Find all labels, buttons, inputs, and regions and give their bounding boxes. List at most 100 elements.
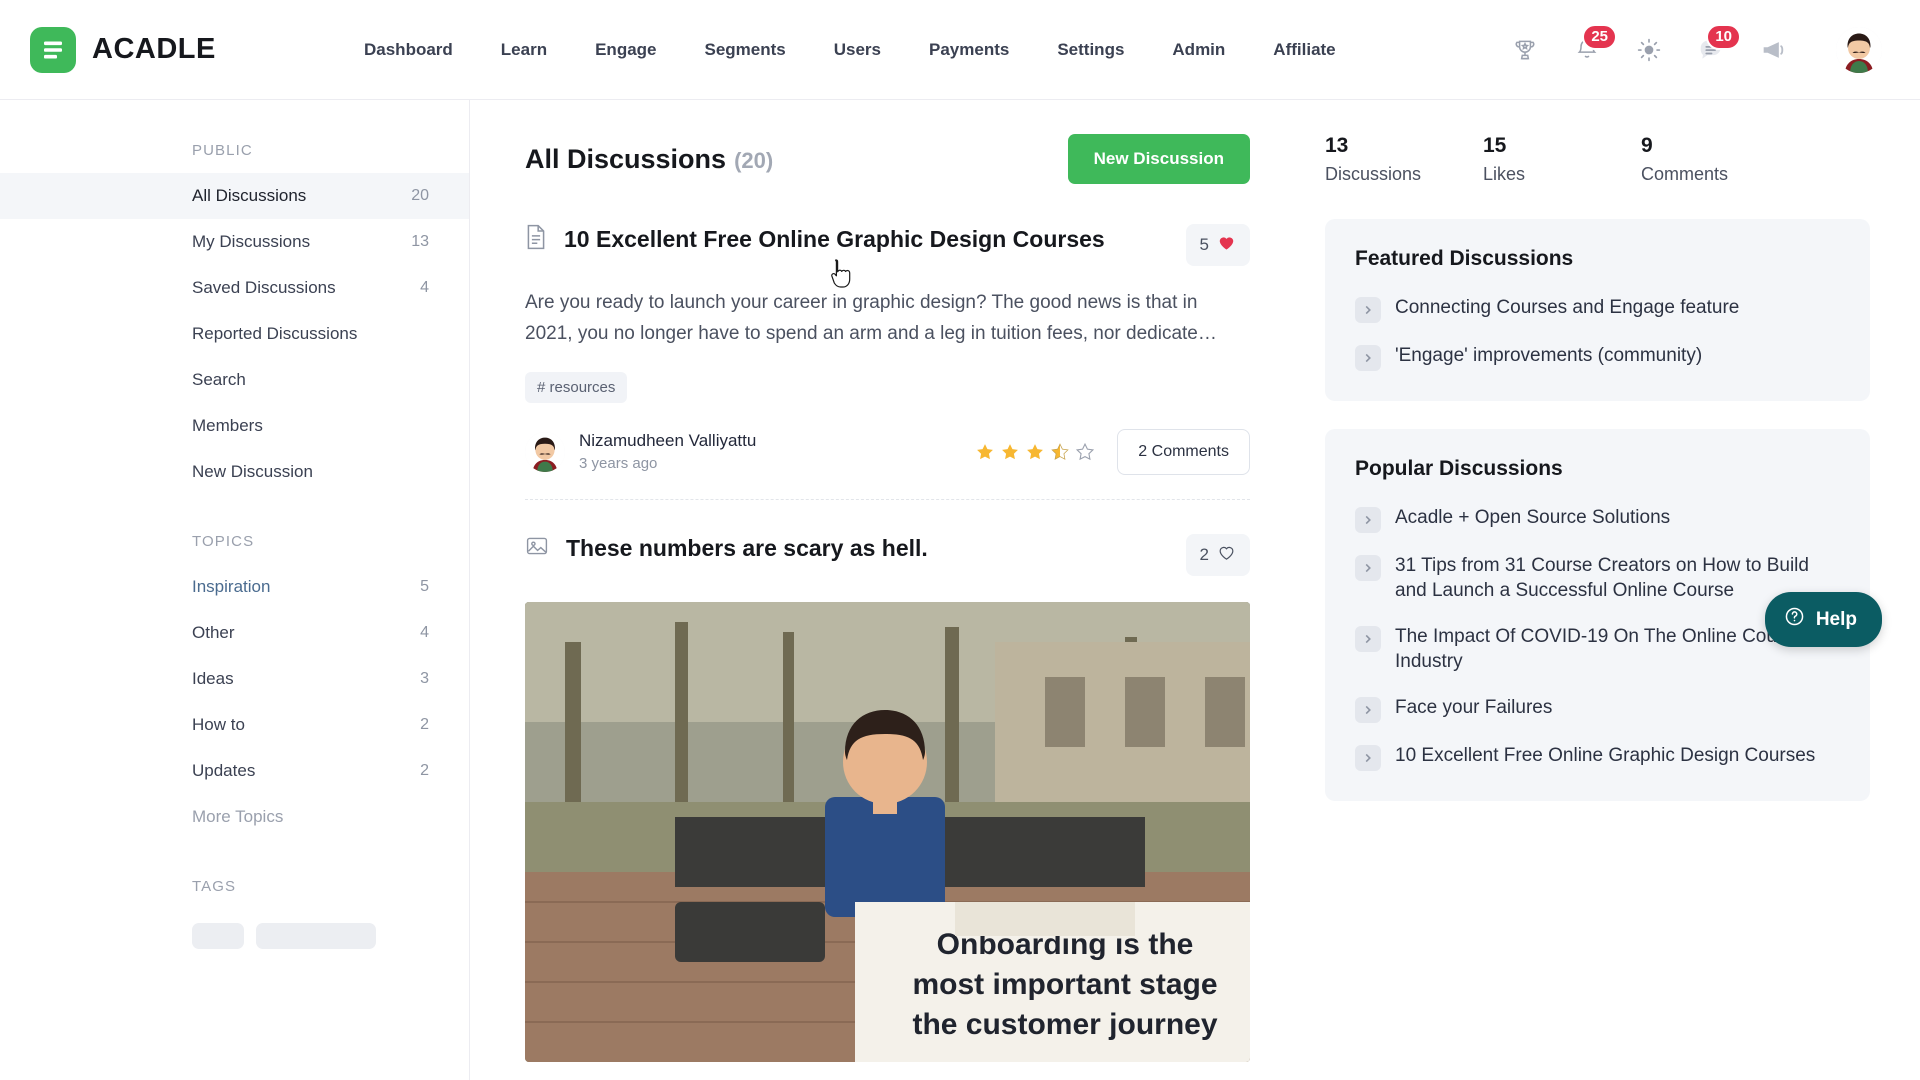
chevron-right-icon [1355,297,1381,323]
post-footer: Nizamudheen Valliyattu 3 years ago 2 Com… [525,428,1250,475]
sidebar-item-reported-discussions[interactable]: Reported Discussions [0,311,469,357]
nav-item-engage[interactable]: Engage [571,30,680,70]
brand-name: ACADLE [92,33,216,65]
post-comments-button[interactable]: 2 Comments [1117,428,1250,475]
post-tags: # resources [525,371,1250,403]
discussion-feed: All Discussions (20) New Discussion 10 Ex… [470,100,1290,1080]
stat-likes: 15 Likes [1483,134,1641,185]
post-title-row: 10 Excellent Free Online Graphic Design … [525,224,1105,255]
post-like-count: 2 [1199,544,1209,564]
chevron-right-icon [1355,625,1381,652]
sidebar-topic-count: 2 [420,762,429,779]
popular-discussion-item[interactable]: 10 Excellent Free Online Graphic Design … [1355,743,1840,771]
chevron-right-icon [1355,555,1381,581]
nav-item-users[interactable]: Users [810,30,905,70]
featured-discussion-item[interactable]: Connecting Courses and Engage feature [1355,295,1840,323]
sidebar-item-label: All Discussions [192,186,307,205]
nav-item-segments[interactable]: Segments [681,30,810,70]
sidebar-section-tags: TAGS [192,878,237,895]
brand-logo[interactable]: ACADLE [30,26,340,73]
sidebar-item-all-discussions[interactable]: All Discussions 20 [0,173,469,219]
featured-discussion-item[interactable]: 'Engage' improvements (community) [1355,343,1840,371]
stat-value: 9 [1641,134,1653,157]
bell-badge: 25 [1582,23,1617,50]
popular-discussion-item[interactable]: Acadle + Open Source Solutions [1355,505,1840,533]
sidebar-item-saved-discussions[interactable]: Saved Discussions 4 [0,265,469,311]
sidebar-item-label: Saved Discussions [192,278,336,297]
post-title-row: These numbers are scary as hell. [525,534,928,563]
sidebar-topic-inspiration[interactable]: Inspiration 5 [0,564,469,610]
popular-discussion-label: Acadle + Open Source Solutions [1395,507,1671,528]
heart-outline-icon [1217,543,1236,567]
sidebar-item-my-discussions[interactable]: My Discussions 13 [0,219,469,265]
stat-discussions: 13 Discussions [1325,134,1483,185]
chevron-right-icon [1355,744,1381,771]
nav-item-dashboard[interactable]: Dashboard [340,30,477,70]
post-like-button[interactable]: 2 [1185,533,1250,576]
author-avatar[interactable] [525,431,565,472]
tag-pill[interactable] [192,923,244,949]
star-full-icon [1002,443,1019,459]
sidebar-more-topics-label: More Topics [192,807,284,826]
post-like-button[interactable]: 5 [1185,224,1250,266]
sidebar-topic-how-to[interactable]: How to 2 [0,702,469,748]
sidebar-topic-other[interactable]: Other 4 [0,610,469,656]
main-navigation: Dashboard Learn Engage Segments Users Pa… [340,30,1508,70]
sidebar-item-members[interactable]: Members [0,403,469,449]
sidebar-more-topics[interactable]: More Topics [0,794,469,840]
new-discussion-button[interactable]: New Discussion [1067,134,1250,184]
post-hashtag[interactable]: # resources [525,371,628,403]
megaphone-icon[interactable] [1756,33,1790,67]
post-media-image[interactable]: Onboarding is the most important stage t… [525,601,1250,1062]
sidebar-section-public: PUBLIC [192,142,253,159]
stat-value: 13 [1325,134,1349,157]
sidebar-topic-updates[interactable]: Updates 2 [0,748,469,794]
sidebar-item-count: 13 [411,233,429,250]
sidebar-item-label: Reported Discussions [192,324,358,343]
post-title[interactable]: 10 Excellent Free Online Graphic Design … [564,225,1105,254]
sidebar-item-new-discussion[interactable]: New Discussion [0,449,469,495]
help-question-icon [1784,606,1805,633]
author-meta: Nizamudheen Valliyattu 3 years ago [579,431,756,472]
panel-title: Featured Discussions [1355,247,1574,270]
nav-item-payments[interactable]: Payments [905,30,1033,70]
page-body: PUBLIC All Discussions 20 My Discussions… [0,100,1920,1080]
sidebar-topic-count: 2 [420,716,429,733]
featured-discussions-panel: Featured Discussions Connecting Courses … [1325,219,1870,401]
popular-discussion-item[interactable]: Face your Failures [1355,695,1840,723]
discussion-post: 10 Excellent Free Online Graphic Design … [525,224,1250,500]
nav-item-admin[interactable]: Admin [1148,30,1249,70]
author-name[interactable]: Nizamudheen Valliyattu [579,431,756,451]
nav-item-settings[interactable]: Settings [1033,30,1148,70]
post-title[interactable]: These numbers are scary as hell. [566,534,928,563]
stat-comments: 9 Comments [1641,134,1799,185]
tag-pill[interactable] [256,923,376,949]
popular-discussion-label: Face your Failures [1395,696,1553,718]
popular-discussion-item[interactable]: 31 Tips from 31 Course Creators on How t… [1355,553,1840,604]
svg-text:the customer journey: the customer journey [912,1008,1217,1041]
sidebar-topic-label: Inspiration [192,577,271,596]
header-tools: 25 10 [1508,23,1890,73]
featured-discussion-label: Connecting Courses and Engage feature [1395,297,1740,318]
brightness-icon[interactable] [1632,33,1666,67]
avatar[interactable] [1836,26,1882,73]
image-icon [525,534,549,563]
popular-discussion-label: 31 Tips from 31 Course Creators on How t… [1395,555,1809,602]
chat-badge: 10 [1706,23,1741,50]
app-header: ACADLE Dashboard Learn Engage Segments U… [0,0,1920,100]
sidebar-topic-label: Ideas [192,669,234,688]
sidebar-tag-list [0,909,469,949]
feed-header: All Discussions (20) New Discussion [525,134,1250,184]
sidebar-item-search[interactable]: Search [0,357,469,403]
nav-item-learn[interactable]: Learn [477,30,571,70]
star-half-icon [1051,442,1070,460]
sidebar-topic-ideas[interactable]: Ideas 3 [0,656,469,702]
help-button[interactable]: Help [1764,592,1882,647]
nav-item-affiliate[interactable]: Affiliate [1249,30,1359,70]
post-rating[interactable] [975,442,1095,462]
trophy-icon[interactable] [1508,33,1542,67]
page-title-count: (20) [734,147,774,173]
chat-icon[interactable]: 10 [1694,23,1741,67]
bell-icon[interactable]: 25 [1570,23,1617,67]
